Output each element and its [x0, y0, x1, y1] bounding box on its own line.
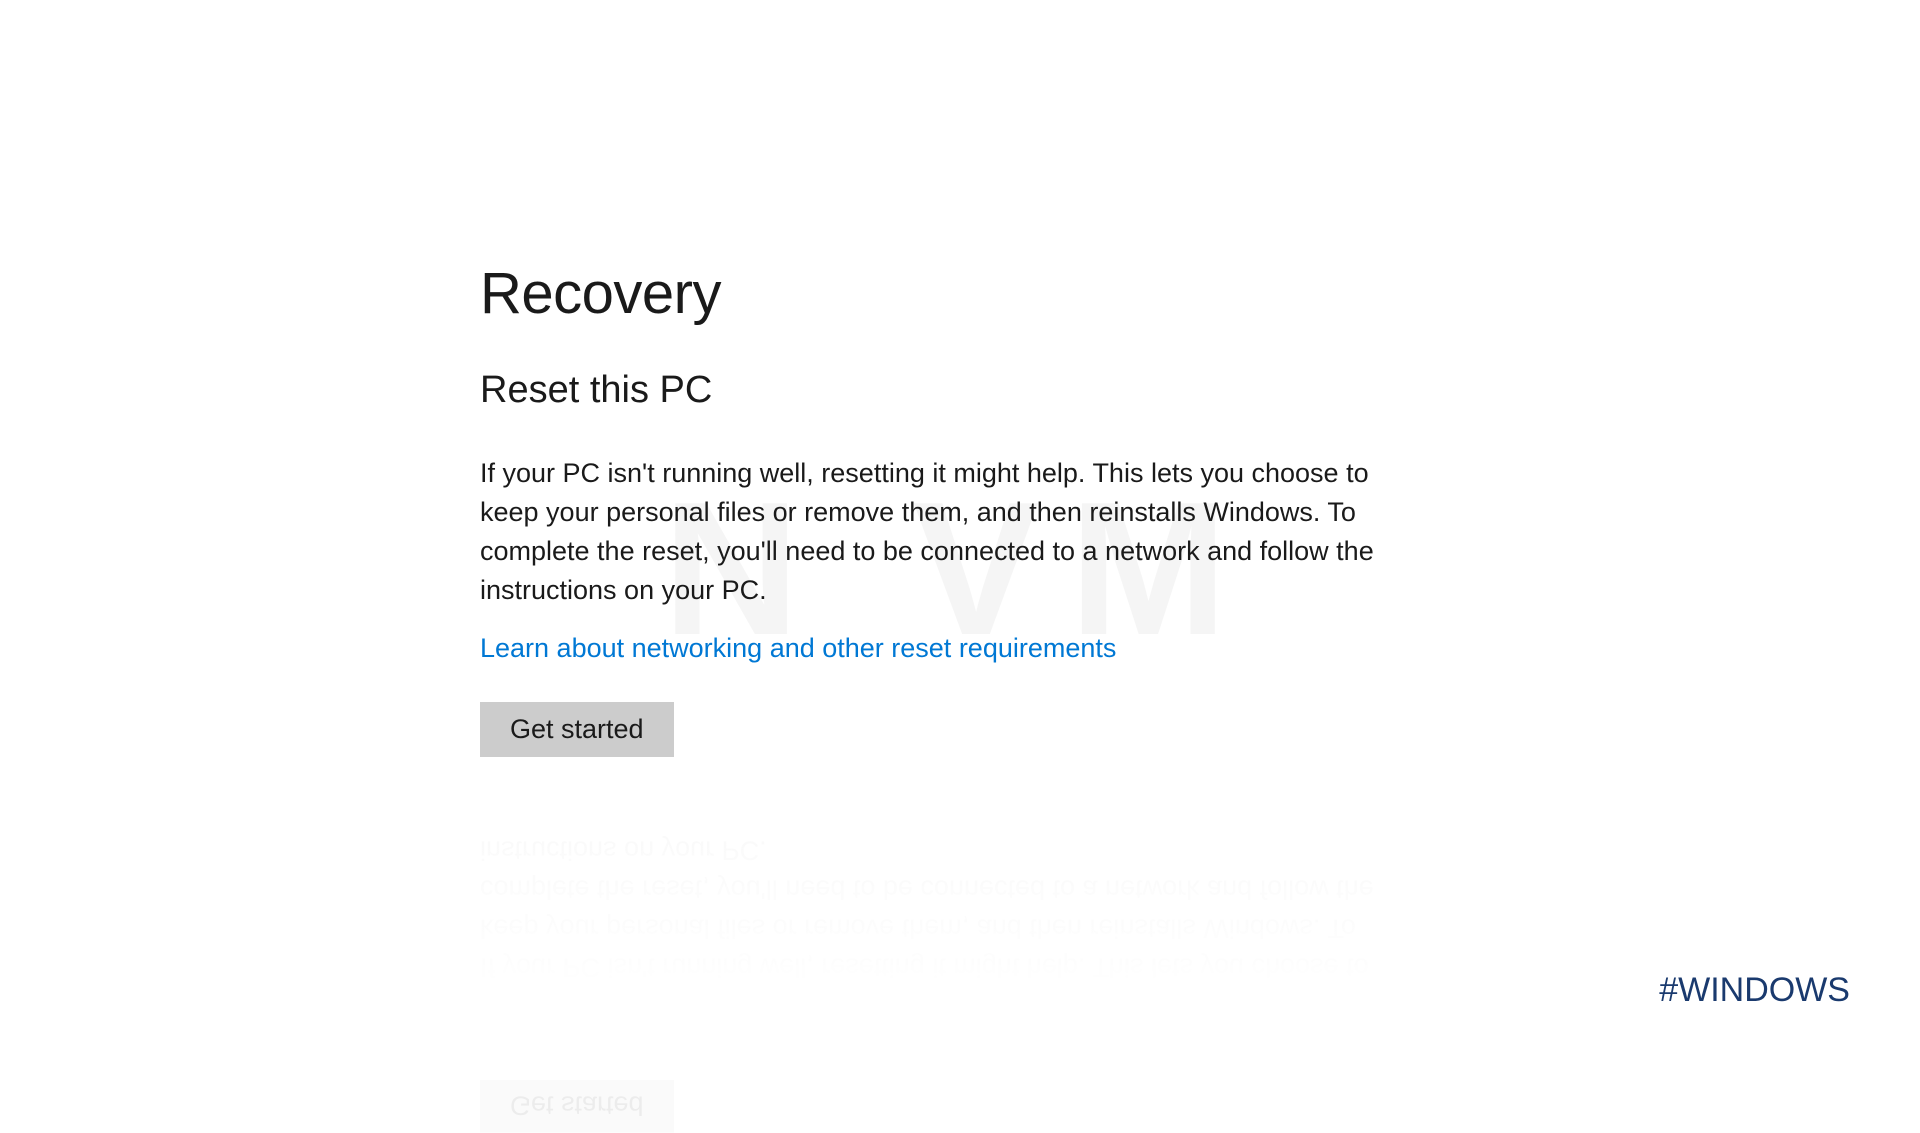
- get-started-button[interactable]: Get started: [480, 702, 674, 757]
- reflection-fade: [0, 800, 1920, 1080]
- reset-section-title: Reset this PC: [480, 369, 1440, 412]
- recovery-panel: Recovery Reset this PC If your PC isn't …: [480, 260, 1440, 757]
- page-title: Recovery: [480, 260, 1440, 327]
- learn-more-link[interactable]: Learn about networking and other reset r…: [480, 633, 1116, 664]
- reset-description: If your PC isn't running well, resetting…: [480, 454, 1420, 611]
- hashtag-label: #WINDOWS: [1659, 971, 1850, 1010]
- reflection-effect: Get started Learn about networking and o…: [480, 830, 1440, 1133]
